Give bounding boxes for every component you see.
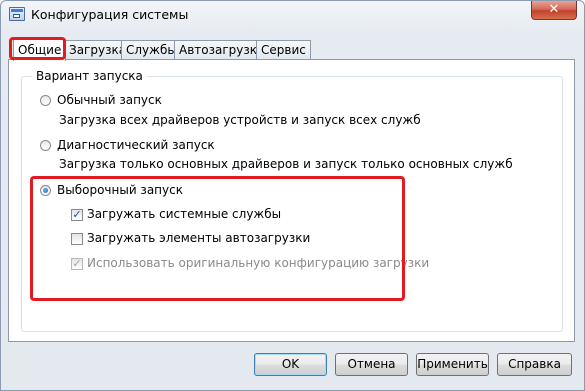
apply-button[interactable]: Применить: [416, 353, 489, 376]
window-title: Конфигурация системы: [31, 7, 189, 22]
diagnostic-startup-label[interactable]: Диагностический запуск: [57, 138, 215, 152]
diagnostic-startup-description: Загрузка только основных драйверов и зап…: [59, 157, 513, 171]
tab-tools[interactable]: Сервис: [256, 40, 311, 59]
title-bar[interactable]: Конфигурация системы ✕: [1, 1, 584, 29]
close-icon: ✕: [548, 2, 560, 17]
normal-startup-description: Загрузка всех драйверов устройств и запу…: [59, 113, 421, 127]
help-button[interactable]: Справка: [497, 353, 572, 376]
tab-services[interactable]: Службы: [121, 40, 182, 59]
close-button[interactable]: ✕: [531, 1, 577, 20]
group-legend: Вариант запуска: [32, 69, 147, 83]
msconfig-app-icon: [9, 7, 25, 21]
ok-button[interactable]: OK: [254, 353, 327, 376]
general-tab-highlight-frame: [9, 37, 66, 60]
selective-startup-highlight-frame: [30, 176, 405, 301]
normal-startup-label[interactable]: Обычный запуск: [57, 93, 162, 107]
diagnostic-startup-radio[interactable]: [40, 140, 51, 151]
cancel-button[interactable]: Отмена: [335, 353, 408, 376]
normal-startup-radio[interactable]: [40, 95, 51, 106]
